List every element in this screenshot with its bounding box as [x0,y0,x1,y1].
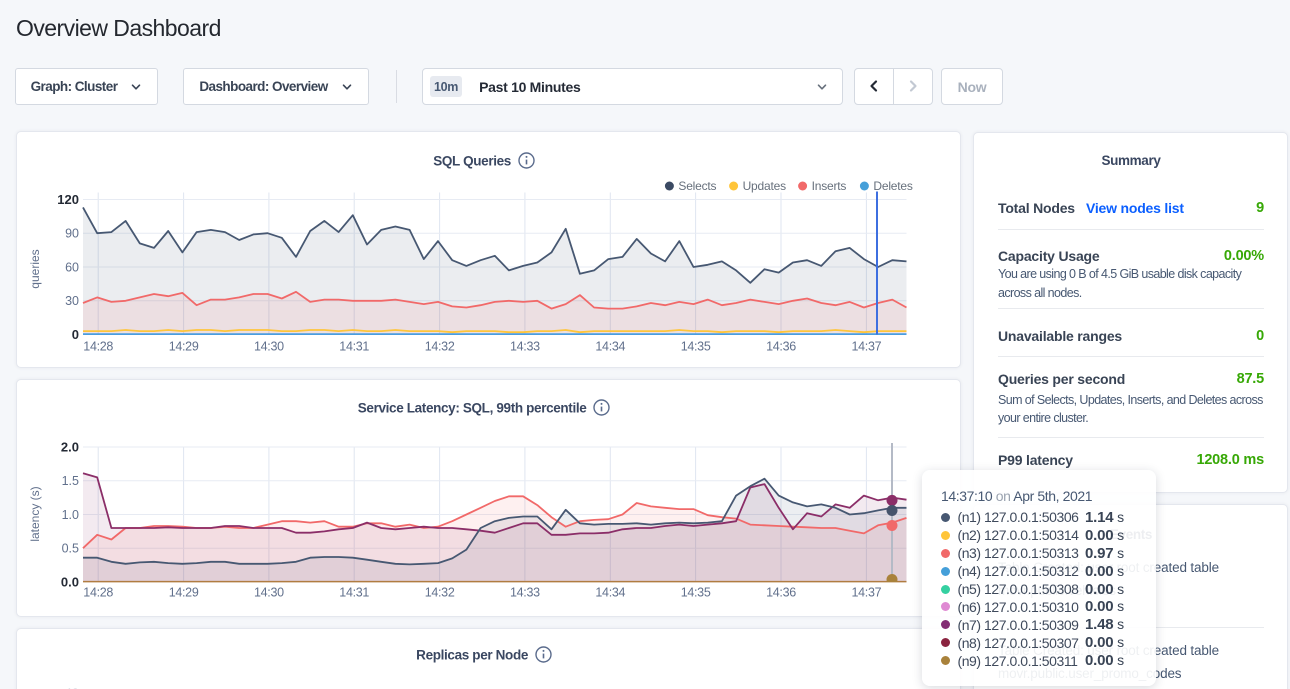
svg-text:14:30: 14:30 [254,339,284,353]
svg-text:Updates: Updates [743,179,786,193]
svg-text:14:37: 14:37 [852,586,882,600]
svg-text:60: 60 [65,260,79,274]
svg-text:14:34: 14:34 [595,586,625,600]
svg-text:14:29: 14:29 [169,586,199,600]
svg-text:1.5: 1.5 [62,474,79,488]
svg-text:latency (s): latency (s) [28,486,42,541]
svg-text:14:35: 14:35 [681,586,711,600]
svg-text:14:28: 14:28 [83,586,113,600]
svg-text:Selects: Selects [678,179,716,193]
svg-text:14:32: 14:32 [425,339,455,353]
svg-text:14:28: 14:28 [83,339,113,353]
svg-text:14:32: 14:32 [425,586,455,600]
svg-text:14:36: 14:36 [766,339,796,353]
svg-text:14:34: 14:34 [595,339,625,353]
svg-text:0.0: 0.0 [61,574,79,589]
svg-text:Inserts: Inserts [812,179,847,193]
svg-text:14:30: 14:30 [254,586,284,600]
svg-text:14:29: 14:29 [169,339,199,353]
svg-text:14:33: 14:33 [510,586,540,600]
svg-text:14:36: 14:36 [766,586,796,600]
svg-text:2.0: 2.0 [61,439,79,454]
svg-text:1.0: 1.0 [62,508,79,522]
svg-text:120: 120 [57,191,79,206]
svg-text:14:31: 14:31 [339,339,369,353]
svg-text:90: 90 [65,226,79,240]
svg-text:14:37: 14:37 [852,339,882,353]
svg-text:14:31: 14:31 [339,586,369,600]
svg-text:14:33: 14:33 [510,339,540,353]
svg-text:40: 40 [65,685,79,689]
svg-text:queries: queries [28,249,42,288]
svg-text:Deletes: Deletes [873,179,912,193]
svg-text:0.5: 0.5 [62,542,79,556]
svg-text:0: 0 [72,326,79,341]
svg-text:30: 30 [65,294,79,308]
svg-text:14:35: 14:35 [681,339,711,353]
